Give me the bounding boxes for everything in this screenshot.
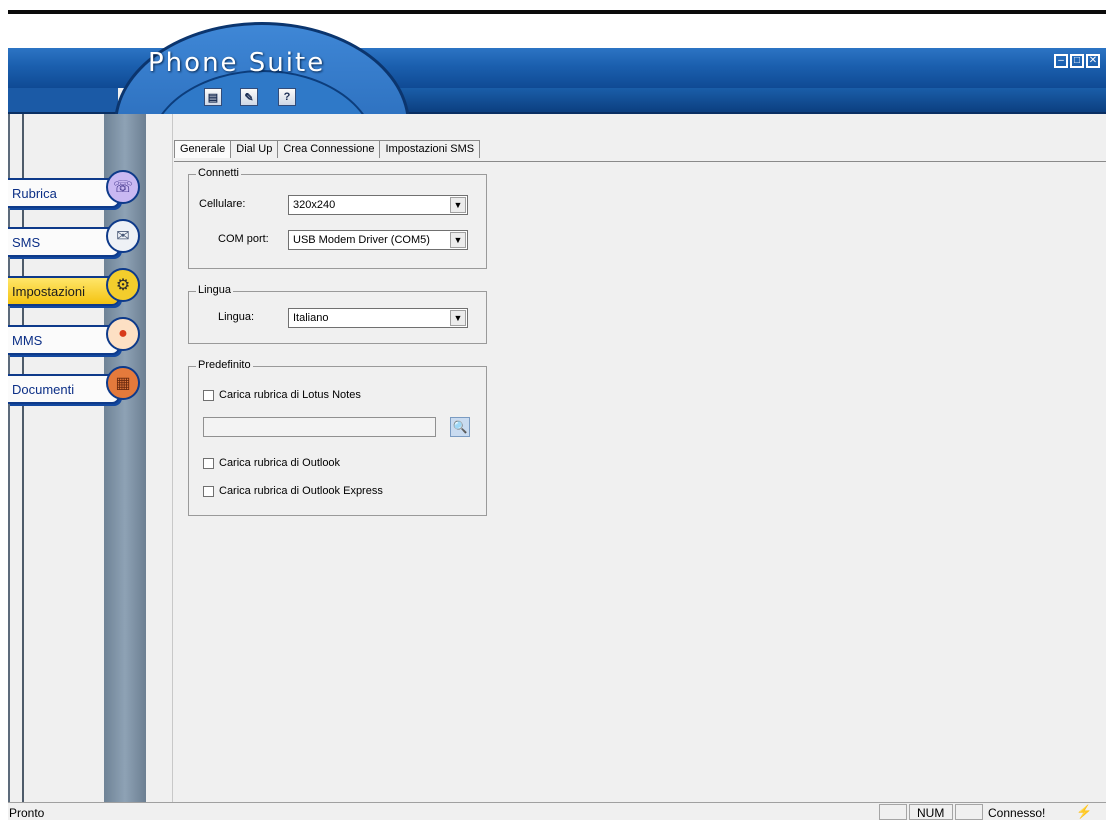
sidebar-item-documenti[interactable]: Documenti <box>8 374 120 404</box>
lingua-label: Lingua: <box>218 311 255 323</box>
sidebar-item-mms[interactable]: MMS <box>8 325 120 355</box>
sidebar-line <box>22 114 24 802</box>
sidebar-item-impostazioni[interactable]: Impostazioni <box>8 276 120 306</box>
balloon-icon[interactable]: ● <box>106 317 140 351</box>
tab-bar: Generale Dial Up Crea Connessione Impost… <box>174 140 481 158</box>
outlook-checkbox[interactable] <box>203 458 214 469</box>
predefinito-legend: Predefinito <box>196 359 253 371</box>
cellulare-label: Cellulare: <box>199 198 246 210</box>
lingua-group: Lingua Lingua: Italiano ▼ <box>188 284 487 344</box>
chevron-down-icon[interactable]: ▼ <box>450 197 466 213</box>
status-text: Pronto <box>9 806 45 820</box>
sidebar-item-sms[interactable]: SMS <box>8 227 120 257</box>
lotus-checkbox[interactable] <box>203 390 214 401</box>
folder-icon[interactable]: ▦ <box>106 366 140 400</box>
tab-crea-connessione[interactable]: Crea Connessione <box>278 140 381 158</box>
app-window: Phone Suite ▤ ✎ ? – □ ✕ Rubrica ☏ SMS ✉ … <box>8 10 1106 820</box>
outlook-express-label: Carica rubrica di Outlook Express <box>219 485 383 497</box>
connection-icon: ⚡ <box>1076 804 1093 819</box>
status-bar: Pronto NUM Connesso! ⚡ <box>8 802 1106 820</box>
com-port-select[interactable]: USB Modem Driver (COM5) ▼ <box>288 230 468 250</box>
lotus-label: Carica rubrica di Lotus Notes <box>219 389 361 401</box>
settings-icon[interactable]: ⚙ <box>106 268 140 302</box>
num-indicator: NUM <box>917 806 945 820</box>
lingua-select[interactable]: Italiano ▼ <box>288 308 468 328</box>
edit-glyph: ✎ <box>244 91 254 104</box>
lotus-path-field[interactable] <box>203 417 436 437</box>
sidebar-item-label: Rubrica <box>12 186 57 201</box>
outlook-express-checkbox[interactable] <box>203 486 214 497</box>
cellulare-select[interactable]: 320x240 ▼ <box>288 195 468 215</box>
status-pane-scroll <box>955 804 983 820</box>
minimize-button[interactable]: – <box>1054 54 1068 68</box>
document-icon[interactable]: ▤ <box>204 88 222 106</box>
connetti-group: Connetti Cellulare: 320x240 ▼ COM port: … <box>188 167 487 269</box>
toolbar-left-band <box>8 88 118 114</box>
window-controls: – □ ✕ <box>1054 54 1100 68</box>
sidebar-item-label: SMS <box>12 235 41 250</box>
sidebar-strip <box>104 114 146 802</box>
phone-icon[interactable]: ☏ <box>106 170 140 204</box>
connection-status: Connesso! <box>988 806 1046 820</box>
toolbar-band <box>400 88 1106 114</box>
com-port-label: COM port: <box>218 233 269 245</box>
status-pane-caps <box>879 804 907 820</box>
maximize-button[interactable]: □ <box>1070 54 1084 68</box>
cellulare-value: 320x240 <box>293 199 336 211</box>
tab-dial-up[interactable]: Dial Up <box>231 140 279 158</box>
chevron-down-icon[interactable]: ▼ <box>450 310 466 326</box>
help-glyph: ? <box>283 91 291 103</box>
edit-icon[interactable]: ✎ <box>240 88 258 106</box>
predefinito-group: Predefinito Carica rubrica di Lotus Note… <box>188 359 487 516</box>
lingua-legend: Lingua <box>196 284 234 296</box>
connetti-legend: Connetti <box>196 167 241 179</box>
sidebar-item-label: MMS <box>12 333 43 348</box>
chevron-down-icon[interactable]: ▼ <box>450 232 466 248</box>
app-title: Phone Suite <box>148 48 326 78</box>
sidebar-item-label: Impostazioni <box>12 284 85 299</box>
document-glyph: ▤ <box>207 91 219 104</box>
lingua-value: Italiano <box>293 312 329 324</box>
sidebar-item-rubrica[interactable]: Rubrica <box>8 178 120 208</box>
sidebar-item-label: Documenti <box>12 382 75 397</box>
help-icon[interactable]: ? <box>278 88 296 106</box>
browse-folder-icon[interactable]: 🔍 <box>450 417 470 437</box>
tab-generale[interactable]: Generale <box>174 140 232 158</box>
envelope-icon[interactable]: ✉ <box>106 219 140 253</box>
com-port-value: USB Modem Driver (COM5) <box>293 234 430 246</box>
tab-underline <box>174 161 1106 162</box>
close-button[interactable]: ✕ <box>1086 54 1100 68</box>
tab-impostazioni-sms[interactable]: Impostazioni SMS <box>380 140 481 158</box>
outlook-label: Carica rubrica di Outlook <box>219 457 341 469</box>
content-divider <box>172 114 173 802</box>
